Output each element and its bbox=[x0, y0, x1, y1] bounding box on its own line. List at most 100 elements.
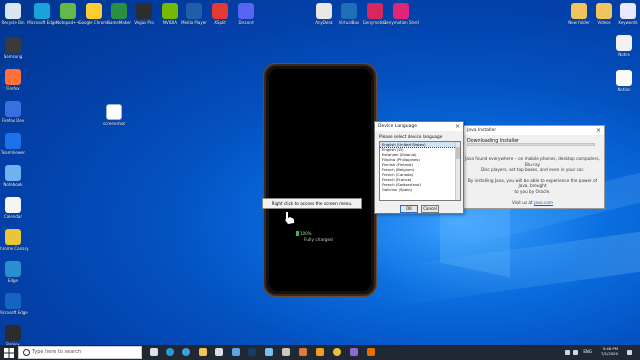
desktop-icon-label: Chrome Canary bbox=[0, 246, 29, 251]
windows-start-icon[interactable] bbox=[4, 348, 14, 358]
network-icon[interactable] bbox=[565, 350, 570, 355]
pointer-hand-icon bbox=[285, 212, 294, 224]
app-icon[interactable] bbox=[350, 348, 358, 356]
desktop-icon-label: Genymotion Shell bbox=[383, 20, 419, 25]
desktop-icon-label: Firefox bbox=[6, 86, 20, 91]
desktop-icon[interactable]: Roblox bbox=[0, 325, 32, 347]
java-installer-window: Java Installer × Downloading Installer J… bbox=[458, 125, 605, 209]
store-icon[interactable] bbox=[215, 348, 223, 356]
app-icon bbox=[60, 3, 76, 19]
desktop-icon[interactable]: Notebook bbox=[0, 165, 32, 187]
photoshop-icon[interactable] bbox=[248, 348, 256, 356]
desktop-icon-label: TeamViewer bbox=[0, 150, 26, 155]
app-icon bbox=[34, 3, 50, 19]
dialog-prompt: Please select device language bbox=[379, 134, 443, 139]
app-icon bbox=[616, 35, 632, 51]
desktop-icon-label: Notes bbox=[618, 52, 630, 57]
desktop-icon-label: Discord bbox=[238, 20, 254, 25]
app-icon[interactable] bbox=[282, 348, 290, 356]
java-body-line: Disc players, set top boxes, and even in… bbox=[480, 167, 585, 173]
app-icon bbox=[367, 3, 383, 19]
desktop-icon[interactable]: Samsung bbox=[0, 37, 32, 59]
java-body-line: Java found everywhere – on mobile phones… bbox=[465, 156, 600, 167]
desktop-icon-label: Calendar bbox=[4, 214, 22, 219]
listbox-scrollbar[interactable] bbox=[455, 142, 460, 200]
language-indicator[interactable]: ENG bbox=[583, 349, 592, 354]
screenshot-file-icon[interactable]: screenshot bbox=[95, 104, 133, 126]
app-icon bbox=[5, 325, 21, 341]
app-icon bbox=[341, 3, 357, 19]
notifications-icon[interactable] bbox=[627, 350, 632, 355]
desktop-icon-label: Samsung bbox=[3, 54, 23, 59]
search-placeholder: Type here to search bbox=[32, 349, 82, 355]
dialog-close-icon[interactable]: × bbox=[455, 122, 460, 131]
app-icon bbox=[186, 3, 202, 19]
language-option[interactable]: Galician (Spain) bbox=[380, 187, 456, 192]
desktop-icon[interactable]: Microsoft Edge bbox=[0, 293, 32, 315]
desktop-icon[interactable]: Discord bbox=[227, 3, 265, 25]
taskbar: Type here to search ENG 5:46 PM 7/1/2020 bbox=[0, 345, 640, 360]
app-icon[interactable] bbox=[316, 348, 324, 356]
java-link[interactable]: java.com bbox=[534, 200, 553, 205]
desktop-icon-label: Microsoft Edge bbox=[0, 310, 28, 315]
edge-taskbar-icon[interactable] bbox=[182, 348, 190, 356]
dialog-title-bar[interactable]: Device Language bbox=[375, 122, 463, 131]
phone-screen[interactable] bbox=[269, 69, 371, 291]
app-icon bbox=[5, 101, 21, 117]
visit-prefix: Visit us at bbox=[511, 199, 534, 205]
java-body: Java found everywhere – on mobile phones… bbox=[459, 156, 606, 205]
desktop-icon[interactable]: Genymotion Shell bbox=[382, 3, 420, 25]
download-progress-bar bbox=[467, 143, 595, 146]
java-title-bar[interactable]: Java Installer bbox=[459, 126, 604, 135]
taskbar-search[interactable]: Type here to search bbox=[18, 346, 142, 359]
desktop-icon[interactable]: TeamViewer bbox=[0, 133, 32, 155]
desktop-icon-label: Notion bbox=[617, 87, 631, 92]
wallpaper-beam bbox=[380, 231, 640, 309]
file-explorer-icon[interactable] bbox=[199, 348, 207, 356]
app-icon bbox=[5, 165, 21, 181]
clock-date: 7/1/2020 bbox=[600, 351, 618, 356]
desktop-icon[interactable]: Chrome Canary bbox=[0, 229, 32, 251]
app-icon bbox=[5, 293, 21, 309]
desktop-icon[interactable]: Notion bbox=[605, 70, 640, 92]
desktop-icon[interactable]: Firefox Dev bbox=[0, 101, 32, 123]
language-listbox[interactable]: English (United States) English (ZI) Eston… bbox=[379, 141, 461, 201]
image-file-icon bbox=[106, 104, 122, 120]
java-visit-line: Visit us at java.com bbox=[465, 200, 600, 206]
java-taskbar-icon[interactable] bbox=[367, 348, 375, 356]
desktop-icon[interactable]: Edge bbox=[0, 261, 32, 283]
app-icon[interactable] bbox=[265, 348, 273, 356]
cancel-button[interactable]: Cancel bbox=[421, 205, 439, 213]
desktop-icon[interactable]: Firefox bbox=[0, 69, 32, 91]
phone-emulator[interactable] bbox=[264, 64, 376, 296]
mail-icon[interactable] bbox=[232, 348, 240, 356]
volume-icon[interactable] bbox=[573, 350, 578, 355]
java-body-line: By installing Java, you will be able to … bbox=[467, 177, 598, 189]
search-icon bbox=[23, 349, 30, 356]
app-icon bbox=[5, 197, 21, 213]
app-icon bbox=[616, 70, 632, 86]
app-icon bbox=[5, 133, 21, 149]
scrollbar-thumb[interactable] bbox=[455, 147, 460, 159]
clock[interactable]: 5:46 PM 7/1/2020 bbox=[601, 346, 618, 356]
desktop-icon-label: Firefox Dev bbox=[1, 118, 25, 123]
ok-button[interactable]: OK bbox=[400, 205, 418, 213]
context-menu-tip: Right click to access the screen menu. bbox=[262, 198, 362, 209]
battery-percent: 100% bbox=[300, 231, 312, 236]
device-language-dialog: Device Language × Please select device l… bbox=[374, 121, 464, 214]
app-icon bbox=[238, 3, 254, 19]
app-icon bbox=[5, 37, 21, 53]
app-icon[interactable] bbox=[299, 348, 307, 356]
app-icon bbox=[620, 3, 636, 19]
edge-taskbar-icon[interactable] bbox=[166, 348, 174, 356]
java-close-icon[interactable]: × bbox=[596, 126, 601, 135]
desktop-icon[interactable]: Keywords bbox=[609, 3, 640, 25]
app-icon bbox=[5, 3, 21, 19]
desktop-icon[interactable]: Notes bbox=[605, 35, 640, 57]
battery-icon bbox=[296, 231, 299, 236]
battery-status: Fully charged bbox=[304, 238, 333, 243]
desktop-icon[interactable]: Calendar bbox=[0, 197, 32, 219]
chrome-taskbar-icon[interactable] bbox=[333, 348, 341, 356]
task-view-icon[interactable] bbox=[150, 348, 158, 356]
app-icon bbox=[136, 3, 152, 19]
